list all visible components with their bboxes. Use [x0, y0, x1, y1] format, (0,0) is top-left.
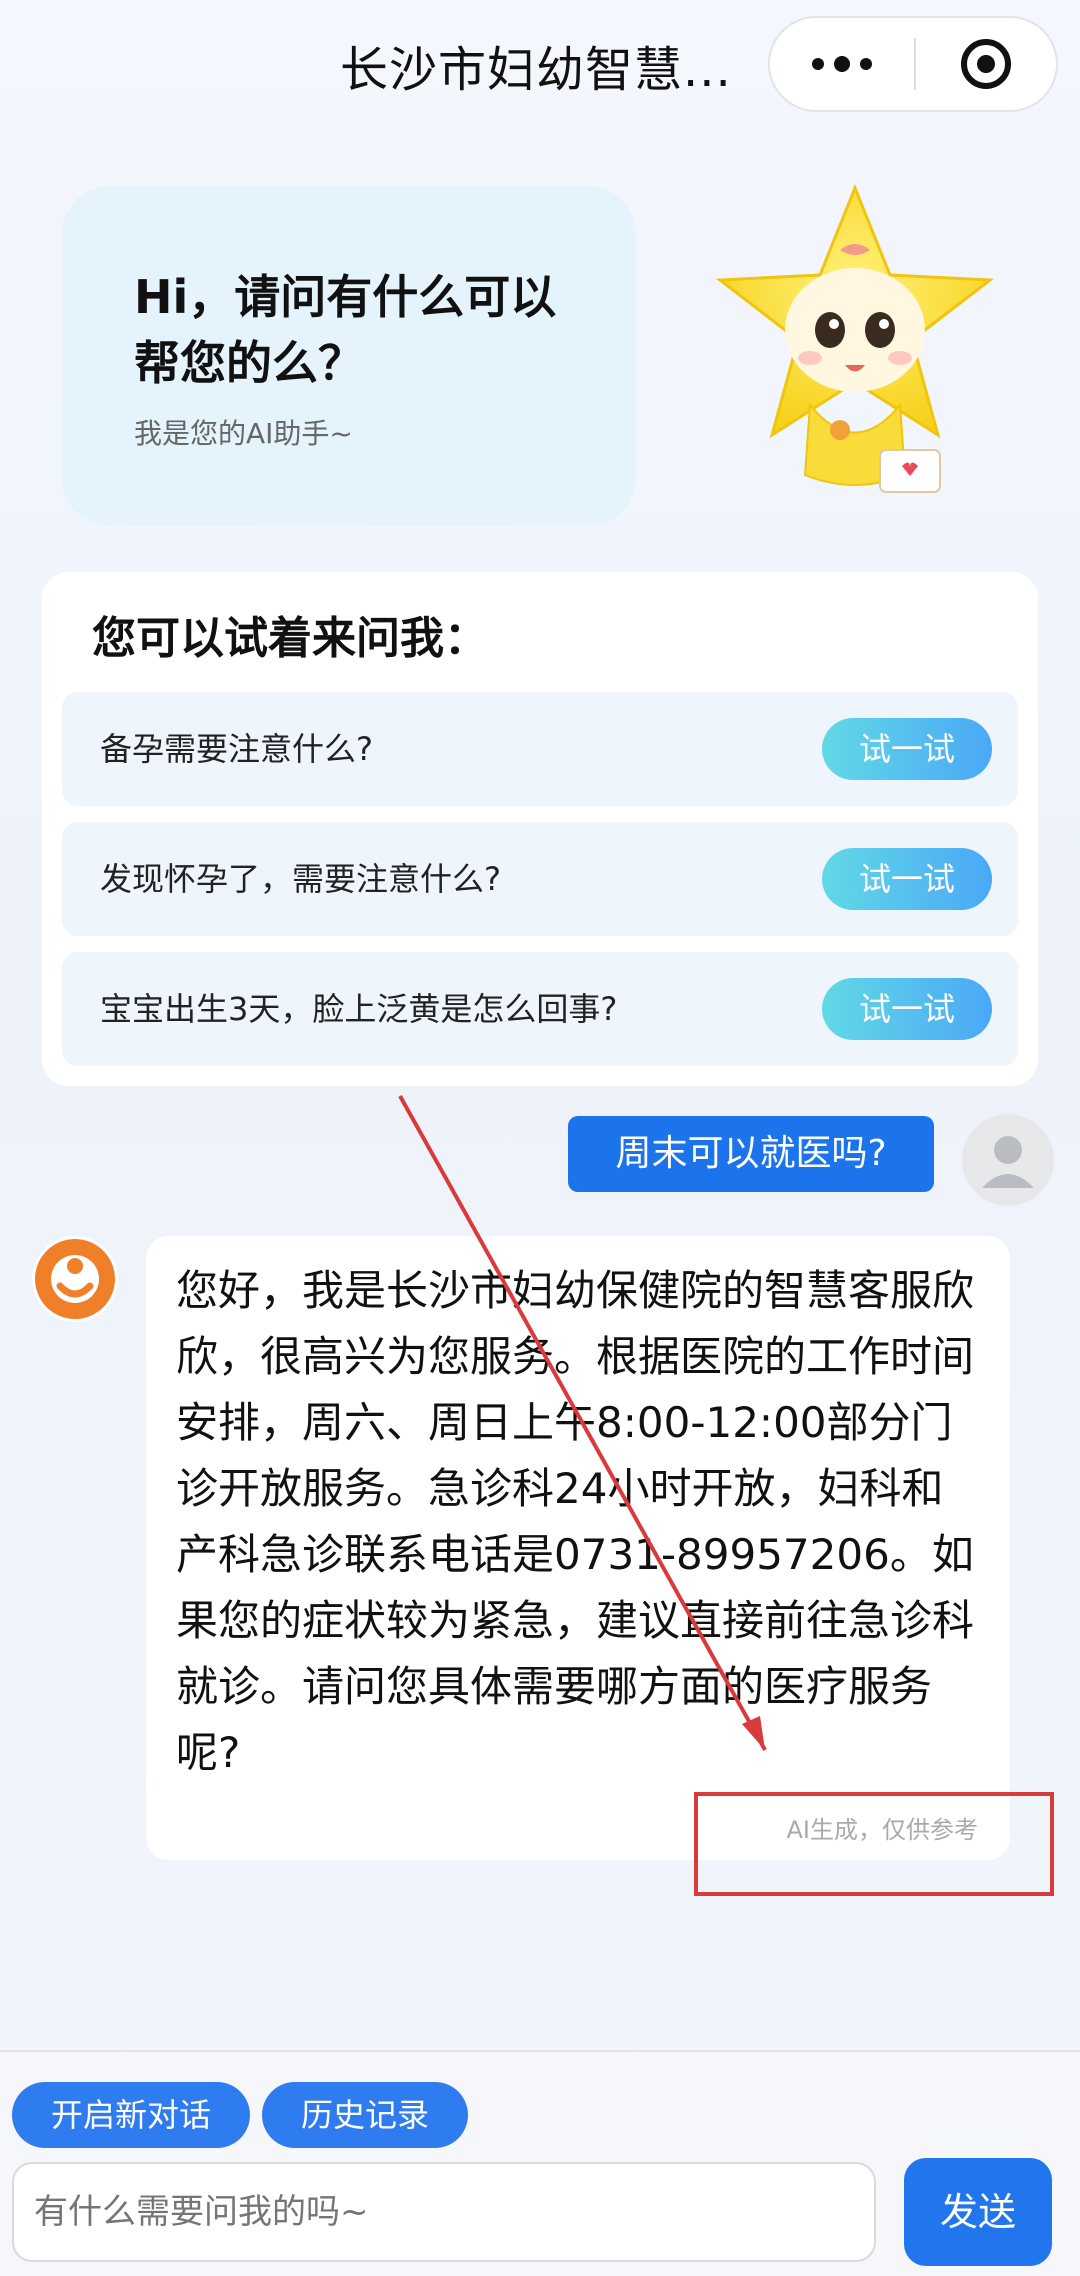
- page: 长沙市妇幼智慧... Hi，请问有什么可以帮您的么？ 我是您的AI助手~ 您可以…: [0, 0, 1080, 2276]
- user-avatar-icon: [962, 1114, 1054, 1206]
- suggestions-card: 您可以试着来问我： 备孕需要注意什么? 试一试 发现怀孕了，需要注意什么? 试一…: [42, 572, 1038, 1086]
- new-chat-button[interactable]: 开启新对话: [12, 2082, 250, 2148]
- bot-message-text: 您好，我是长沙市妇幼保健院的智慧客服欣欣，很高兴为您服务。根据医院的工作时间安排…: [176, 1266, 975, 1777]
- suggestion-text: 发现怀孕了，需要注意什么?: [100, 860, 501, 898]
- bot-avatar-icon: [32, 1236, 118, 1322]
- greeting-title: Hi，请问有什么可以帮您的么？: [134, 270, 557, 390]
- suggestion-item[interactable]: 备孕需要注意什么? 试一试: [62, 692, 1018, 806]
- suggestion-text: 备孕需要注意什么?: [100, 730, 373, 768]
- suggestion-text: 宝宝出生3天，脸上泛黄是怎么回事?: [100, 990, 618, 1028]
- suggestion-item[interactable]: 发现怀孕了，需要注意什么? 试一试: [62, 822, 1018, 936]
- suggestion-item[interactable]: 宝宝出生3天，脸上泛黄是怎么回事? 试一试: [62, 952, 1018, 1066]
- try-button[interactable]: 试一试: [822, 848, 992, 910]
- send-button[interactable]: 发送: [904, 2158, 1052, 2266]
- bot-message-bubble: 您好，我是长沙市妇幼保健院的智慧客服欣欣，很高兴为您服务。根据医院的工作时间安排…: [146, 1236, 1010, 1860]
- page-title: 长沙市妇幼智慧...: [340, 42, 732, 98]
- ai-disclaimer: AI生成，仅供参考: [786, 1816, 979, 1844]
- message-input[interactable]: [12, 2162, 876, 2262]
- greeting-card: Hi，请问有什么可以帮您的么？ 我是您的AI助手~: [62, 186, 636, 526]
- close-miniprogram-button[interactable]: [916, 39, 1056, 89]
- user-message-bubble: 周末可以就医吗?: [568, 1116, 934, 1192]
- suggestions-title: 您可以试着来问我：: [92, 613, 488, 664]
- try-button[interactable]: 试一试: [822, 978, 992, 1040]
- header: 长沙市妇幼智慧...: [0, 0, 1080, 130]
- bottom-bar: 开启新对话 历史记录 发送: [0, 2050, 1080, 2276]
- star-mascot-icon: [715, 183, 995, 493]
- history-button[interactable]: 历史记录: [262, 2082, 468, 2148]
- target-icon: [961, 39, 1011, 89]
- greeting-subtitle: 我是您的AI助手~: [134, 417, 353, 450]
- try-button[interactable]: 试一试: [822, 718, 992, 780]
- more-options-icon[interactable]: [770, 18, 914, 110]
- miniprogram-capsule: [768, 16, 1058, 112]
